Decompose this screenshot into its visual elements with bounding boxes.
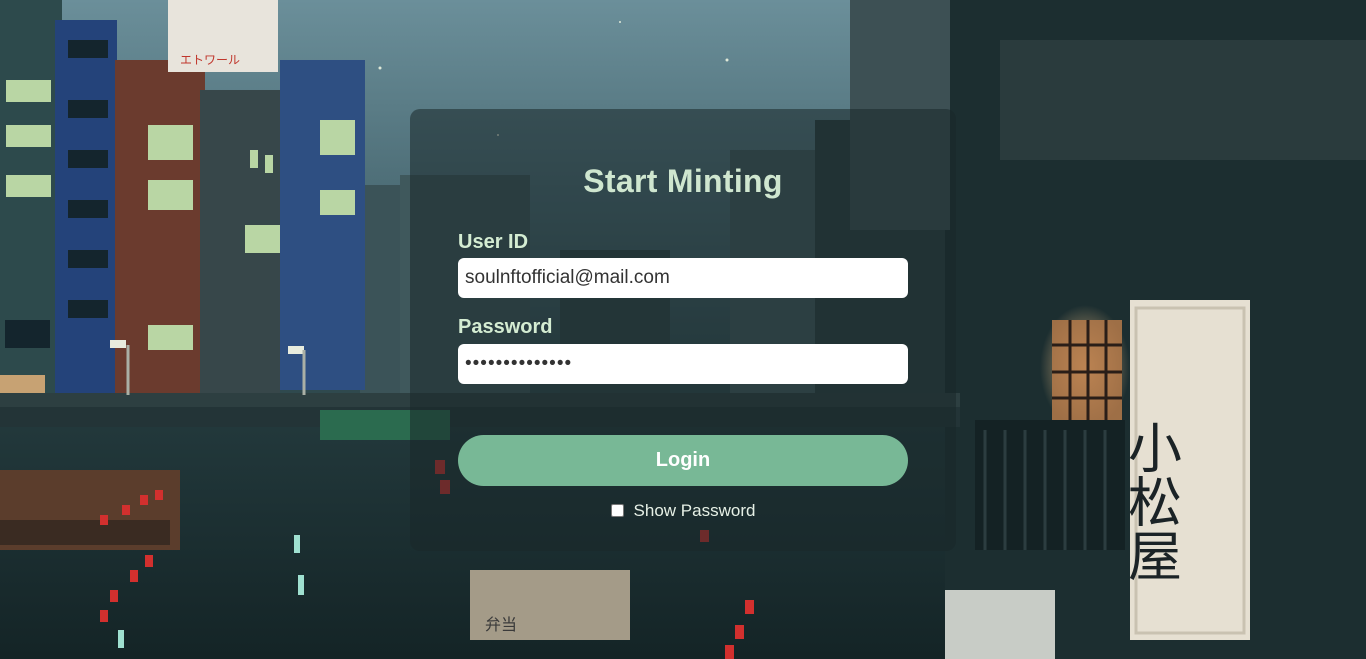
password-label: Password bbox=[458, 316, 553, 338]
page-title: Start Minting bbox=[583, 163, 783, 199]
boat-text: 弁当 bbox=[485, 615, 517, 634]
show-password-label: Show Password bbox=[633, 501, 756, 520]
sign-logo-text: エトワール bbox=[180, 53, 240, 67]
user-id-input[interactable] bbox=[458, 258, 908, 298]
login-card: Start Minting User ID Password Login Sho… bbox=[410, 109, 956, 551]
show-password-checkbox[interactable] bbox=[610, 504, 624, 517]
password-input[interactable] bbox=[458, 344, 908, 384]
user-id-label: User ID bbox=[458, 231, 529, 253]
login-button[interactable]: Login bbox=[458, 435, 908, 486]
show-password-row[interactable]: Show Password bbox=[410, 501, 956, 521]
shop-sign-text: 小松屋 bbox=[1119, 420, 1182, 582]
